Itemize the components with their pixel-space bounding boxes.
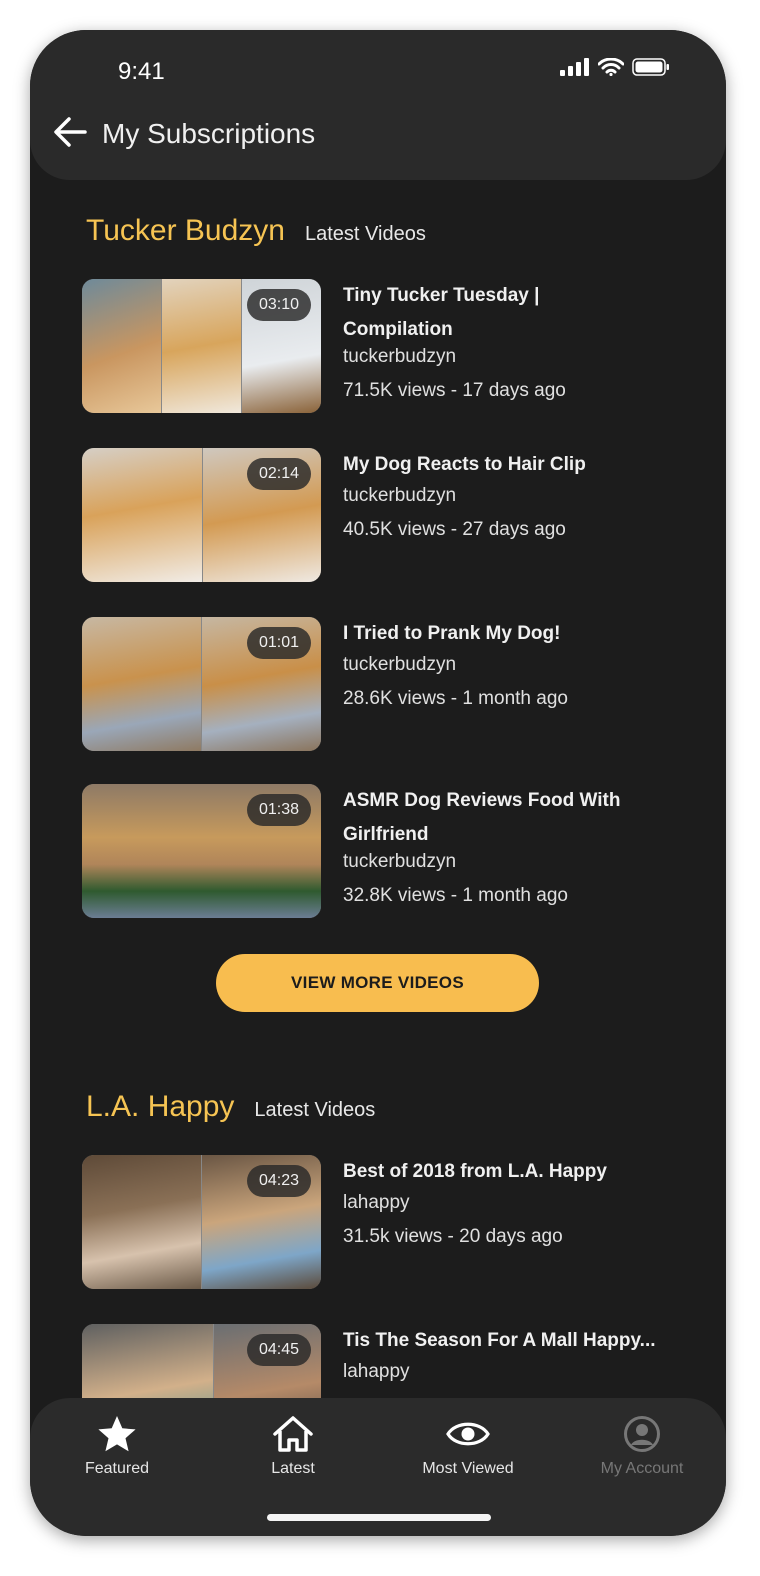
video-duration: 04:23 (246, 1165, 311, 1197)
video-meta: 28.6K views - 1 month ago (343, 688, 568, 709)
video-item[interactable]: 01:01 I Tried to Prank My Dog! tuckerbud… (82, 617, 682, 753)
nav-label: Latest (271, 1460, 315, 1477)
nav-label: Featured (84, 1460, 150, 1477)
battery-icon (632, 58, 669, 76)
video-channel: tuckerbudzyn (343, 485, 457, 506)
video-title[interactable]: Tiny Tucker Tuesday | Compilation (343, 279, 663, 347)
video-duration: 02:14 (246, 458, 311, 490)
video-thumbnail[interactable]: 01:01 (82, 617, 321, 751)
account-icon (623, 1414, 661, 1454)
nav-item-featured[interactable]: Featured (42, 1414, 192, 1478)
video-title[interactable]: Best of 2018 from L.A. Happy (343, 1155, 663, 1189)
video-title[interactable]: ASMR Dog Reviews Food With Girlfriend (343, 784, 663, 852)
video-title-line: Girlfriend (343, 824, 429, 845)
video-title-line: ASMR Dog Reviews Food With (343, 790, 621, 811)
video-duration: 03:10 (246, 289, 311, 321)
video-thumbnail[interactable]: 02:14 (82, 448, 321, 582)
video-channel: tuckerbudzyn (343, 654, 457, 675)
video-thumbnail[interactable]: 01:38 (82, 784, 321, 918)
section-header-la-happy: L.A. Happy Latest Videos (86, 1090, 375, 1124)
video-item[interactable]: 04:45 Tis The Season For A Mall Happy...… (82, 1324, 682, 1400)
eye-icon (446, 1414, 490, 1454)
nav-label: My Account (600, 1460, 684, 1477)
page-title: My Subscriptions (102, 118, 316, 149)
video-duration: 04:45 (246, 1334, 311, 1366)
video-item[interactable]: 04:23 Best of 2018 from L.A. Happy lahap… (82, 1155, 682, 1291)
latest-videos-label: Latest Videos (304, 223, 426, 245)
subscriptions-list[interactable]: Tucker Budzyn Latest Videos 03:10 Tiny T… (30, 180, 726, 1400)
home-indicator (267, 1514, 491, 1521)
video-meta: 31.5k views - 20 days ago (343, 1226, 563, 1247)
video-meta: 71.5K views - 17 days ago (343, 380, 566, 401)
video-duration: 01:38 (246, 794, 311, 826)
wifi-icon (598, 58, 624, 76)
channel-name[interactable]: Tucker Budzyn (86, 214, 285, 248)
view-more-videos-button[interactable]: VIEW MORE VIDEOS (216, 954, 539, 1012)
video-thumbnail[interactable]: 04:23 (82, 1155, 321, 1289)
video-channel: tuckerbudzyn (343, 851, 457, 872)
video-title-line: Compilation (343, 319, 453, 340)
video-channel: lahappy (343, 1192, 410, 1213)
nav-item-latest[interactable]: Latest (218, 1414, 368, 1478)
nav-label: Most Viewed (422, 1460, 514, 1477)
video-title[interactable]: My Dog Reacts to Hair Clip (343, 448, 663, 482)
section-header-tucker-budzyn: Tucker Budzyn Latest Videos (86, 214, 426, 248)
video-item[interactable]: 03:10 Tiny Tucker Tuesday | Compilation … (82, 279, 682, 415)
video-thumbnail[interactable]: 04:45 (82, 1324, 321, 1400)
nav-item-most-viewed[interactable]: Most Viewed (393, 1414, 543, 1478)
video-title-line: Tiny Tucker Tuesday | (343, 285, 540, 306)
status-time: 9:41 (118, 58, 165, 85)
video-meta: 40.5K views - 27 days ago (343, 519, 566, 540)
home-icon (272, 1414, 314, 1454)
signal-icon (560, 58, 589, 76)
back-arrow-icon (54, 117, 87, 147)
status-icons (560, 58, 670, 76)
nav-item-my-account[interactable]: My Account (567, 1414, 717, 1478)
video-meta: 32.8K views - 1 month ago (343, 885, 568, 906)
video-title[interactable]: I Tried to Prank My Dog! (343, 617, 663, 651)
video-channel: tuckerbudzyn (343, 346, 457, 367)
video-title[interactable]: Tis The Season For A Mall Happy... (343, 1324, 663, 1358)
app-header: 9:41 My Subscriptions (30, 30, 726, 180)
phone-screen: 9:41 My Subscriptions Tucker Budzyn Late… (30, 30, 726, 1536)
video-channel: lahappy (343, 1361, 410, 1382)
back-button[interactable] (52, 114, 88, 150)
latest-videos-label: Latest Videos (254, 1099, 376, 1121)
video-item[interactable]: 01:38 ASMR Dog Reviews Food With Girlfri… (82, 784, 682, 920)
video-duration: 01:01 (246, 627, 311, 659)
video-item[interactable]: 02:14 My Dog Reacts to Hair Clip tuckerb… (82, 448, 682, 584)
star-icon (97, 1414, 137, 1454)
video-thumbnail[interactable]: 03:10 (82, 279, 321, 413)
channel-name[interactable]: L.A. Happy (86, 1090, 234, 1124)
